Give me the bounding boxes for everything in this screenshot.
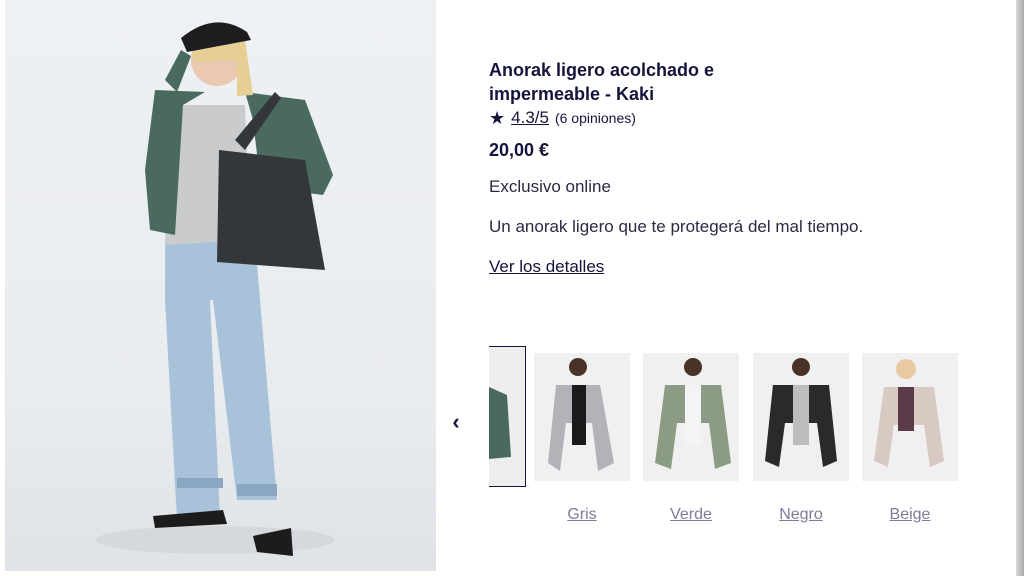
product-rating: ★ 4.3/5 (6 opiniones) xyxy=(489,108,909,128)
product-main-image[interactable] xyxy=(5,0,436,571)
color-label-verde[interactable]: Verde xyxy=(643,506,739,524)
product-title-line2: impermeable - Kaki xyxy=(489,84,655,104)
jacket-thumbnail xyxy=(489,347,525,486)
product-price: 20,00 € xyxy=(489,140,550,160)
model-illustration xyxy=(95,22,335,556)
jacket-thumbnail xyxy=(862,353,958,481)
jacket-thumbnail xyxy=(534,353,630,481)
rating-count: (6 opiniones) xyxy=(554,110,636,126)
product-description: Un anorak ligero que te protegerá del ma… xyxy=(489,217,864,236)
color-swatch-negro[interactable] xyxy=(753,353,849,481)
product-title: Anorak ligero acolchado e impermeable - … xyxy=(489,58,909,106)
jacket-thumbnail xyxy=(753,353,849,481)
color-label-gris[interactable]: Gris xyxy=(534,506,630,524)
rating-score-link[interactable]: 4.3/5 xyxy=(511,108,549,128)
product-title-line1: Anorak ligero acolchado e xyxy=(489,60,715,80)
color-label-beige[interactable]: Beige xyxy=(862,506,958,524)
exclusive-online-label: Exclusivo online xyxy=(489,177,611,196)
color-swatch-gris[interactable] xyxy=(534,353,630,481)
color-swatch-current[interactable] xyxy=(489,346,526,487)
color-label-negro[interactable]: Negro xyxy=(753,506,849,524)
jacket-thumbnail xyxy=(643,353,739,481)
window-edge xyxy=(1016,0,1024,576)
chevron-left-icon[interactable]: ‹ xyxy=(446,410,466,434)
color-swatch-beige[interactable] xyxy=(862,353,958,481)
see-details-link[interactable]: Ver los detalles xyxy=(489,257,604,277)
product-info-panel: Anorak ligero acolchado e impermeable - … xyxy=(489,58,909,277)
color-swatch-verde[interactable] xyxy=(643,353,739,481)
star-icon: ★ xyxy=(489,108,506,128)
